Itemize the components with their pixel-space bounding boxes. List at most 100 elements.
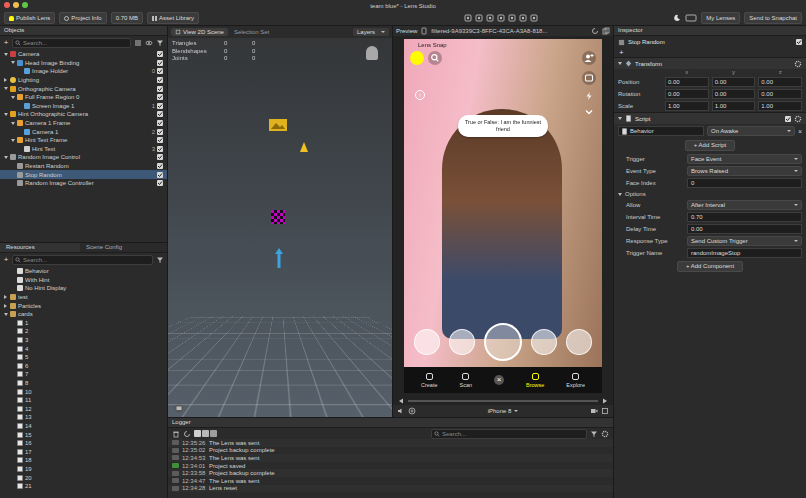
tool-icon[interactable] (530, 14, 538, 22)
resource-row[interactable]: 14 (0, 422, 167, 431)
expand-arrow-icon[interactable] (3, 77, 8, 83)
script-asset-field[interactable]: Behavior (618, 126, 704, 136)
object-row[interactable]: Camera (0, 50, 167, 59)
object-row[interactable]: Full Frame Region 0 (0, 93, 167, 102)
nav-item[interactable]: Explore (566, 373, 585, 388)
expand-arrow-icon[interactable] (3, 51, 8, 57)
expand-arrow-icon[interactable] (10, 320, 15, 326)
expand-arrow-icon[interactable] (10, 277, 15, 283)
event-dropdown[interactable]: On Awake (707, 126, 795, 136)
tool-icon[interactable] (475, 14, 483, 22)
script-header[interactable]: Script (614, 112, 806, 124)
enabled-checkbox[interactable] (157, 68, 163, 74)
tool-icon[interactable] (497, 14, 505, 22)
tool-icon[interactable] (464, 14, 472, 22)
scene-canvas[interactable]: Triangles00Blendshapes00Joints00 (168, 38, 392, 417)
flip-camera-icon[interactable] (582, 71, 596, 85)
nav-item[interactable]: Create (421, 373, 438, 388)
object-row[interactable]: Random Image Controller (0, 179, 167, 188)
expand-arrow-icon[interactable] (10, 60, 15, 66)
number-field[interactable]: 0.00 (758, 89, 802, 99)
resource-row[interactable]: 16 (0, 439, 167, 448)
pause-icon[interactable] (408, 407, 416, 415)
filter-icon[interactable] (590, 430, 598, 438)
log-entry[interactable]: 12:35:26The Lens was sent (168, 439, 613, 447)
playback-track[interactable] (408, 400, 598, 402)
search-field[interactable]: Search... (12, 38, 131, 48)
number-field[interactable]: 1.00 (712, 101, 756, 111)
monitor-icon[interactable] (685, 14, 697, 22)
list-icon[interactable] (134, 39, 142, 47)
expand-arrow-icon[interactable] (3, 303, 8, 309)
nav-item[interactable]: Scan (459, 373, 472, 388)
gear-icon[interactable] (601, 430, 609, 438)
expand-arrow-icon[interactable] (10, 328, 15, 334)
filter-icon[interactable] (156, 256, 164, 264)
expand-arrow-icon[interactable] (3, 294, 8, 300)
resource-row[interactable]: 8 (0, 379, 167, 388)
resource-row[interactable]: 18 (0, 456, 167, 465)
add-button[interactable]: + (614, 48, 806, 57)
add-component-button[interactable]: + Add Component (677, 261, 743, 272)
expand-arrow-icon[interactable] (10, 163, 15, 169)
info-filter-icon[interactable] (194, 430, 201, 437)
flash-icon[interactable] (584, 91, 594, 101)
object-row[interactable]: Hint Text Frame (0, 136, 167, 145)
enabled-checkbox[interactable] (157, 163, 163, 169)
object-row[interactable]: Hint Orthographic Camera (0, 110, 167, 119)
copy-icon[interactable] (602, 27, 610, 35)
expand-arrow-icon[interactable] (10, 180, 15, 186)
toolbar-button[interactable]: My Lenses (701, 12, 740, 24)
enabled-checkbox[interactable] (157, 103, 163, 109)
object-row[interactable]: Lighting (0, 76, 167, 85)
logger-search-field[interactable]: Search... (431, 429, 587, 439)
expand-arrow-icon[interactable] (10, 432, 15, 438)
expand-arrow-icon[interactable] (10, 457, 15, 463)
section-arrow-icon[interactable] (618, 193, 622, 196)
log-entry[interactable]: 12:35:02Project backup complete (168, 447, 613, 455)
expand-arrow-icon[interactable] (17, 146, 22, 152)
dropdown[interactable]: Brows Raised (687, 166, 802, 176)
enabled-checkbox[interactable] (157, 137, 163, 143)
resource-row[interactable]: 1 (0, 319, 167, 328)
add-script-button[interactable]: + Add Script (685, 140, 736, 151)
object-enabled-checkbox[interactable] (796, 39, 802, 45)
search-icon[interactable] (428, 51, 442, 65)
expand-arrow-icon[interactable] (10, 449, 15, 455)
log-entry[interactable]: 12:34:53The Lens was sent (168, 454, 613, 462)
expand-arrow-icon[interactable] (10, 137, 15, 143)
add-friend-icon[interactable] (582, 51, 596, 65)
expand-arrow-icon[interactable] (3, 86, 8, 92)
layers-dropdown[interactable]: Layers (353, 28, 389, 36)
expand-arrow-icon[interactable] (10, 268, 15, 274)
object-row[interactable]: Random Image Control (0, 153, 167, 162)
expand-arrow-icon[interactable] (10, 346, 15, 352)
resource-row[interactable]: Particles (0, 301, 167, 310)
number-field[interactable]: 1.00 (758, 101, 802, 111)
toolbar-button[interactable]: Publish Lens (4, 12, 55, 24)
expand-arrow-icon[interactable] (17, 68, 22, 74)
error-filter-icon[interactable] (210, 430, 217, 437)
lens-button[interactable] (449, 329, 475, 355)
expand-arrow-icon[interactable] (17, 129, 22, 135)
text-field[interactable]: 0.00 (687, 224, 802, 234)
number-field[interactable]: 0.00 (712, 77, 756, 87)
toolbar-button[interactable]: Asset Library (147, 12, 199, 24)
transform-header[interactable]: Transform (614, 57, 806, 69)
resource-row[interactable]: 12 (0, 405, 167, 414)
eye-icon[interactable] (145, 39, 153, 47)
sound-icon[interactable] (397, 407, 405, 415)
enabled-checkbox[interactable] (157, 120, 163, 126)
resource-row[interactable]: 19 (0, 465, 167, 474)
expand-arrow-icon[interactable] (3, 311, 8, 317)
lens-button[interactable] (566, 329, 592, 355)
enabled-checkbox[interactable] (157, 94, 163, 100)
dropdown[interactable]: Send Custom Trigger (687, 236, 802, 246)
add-object-button[interactable]: + (3, 39, 9, 47)
moon-icon[interactable] (673, 14, 681, 22)
forward-icon[interactable] (601, 397, 609, 405)
lens-button[interactable] (531, 329, 557, 355)
expand-arrow-icon[interactable] (3, 154, 8, 160)
nav-item[interactable]: Browse (526, 373, 544, 388)
number-field[interactable]: 1.00 (665, 101, 709, 111)
